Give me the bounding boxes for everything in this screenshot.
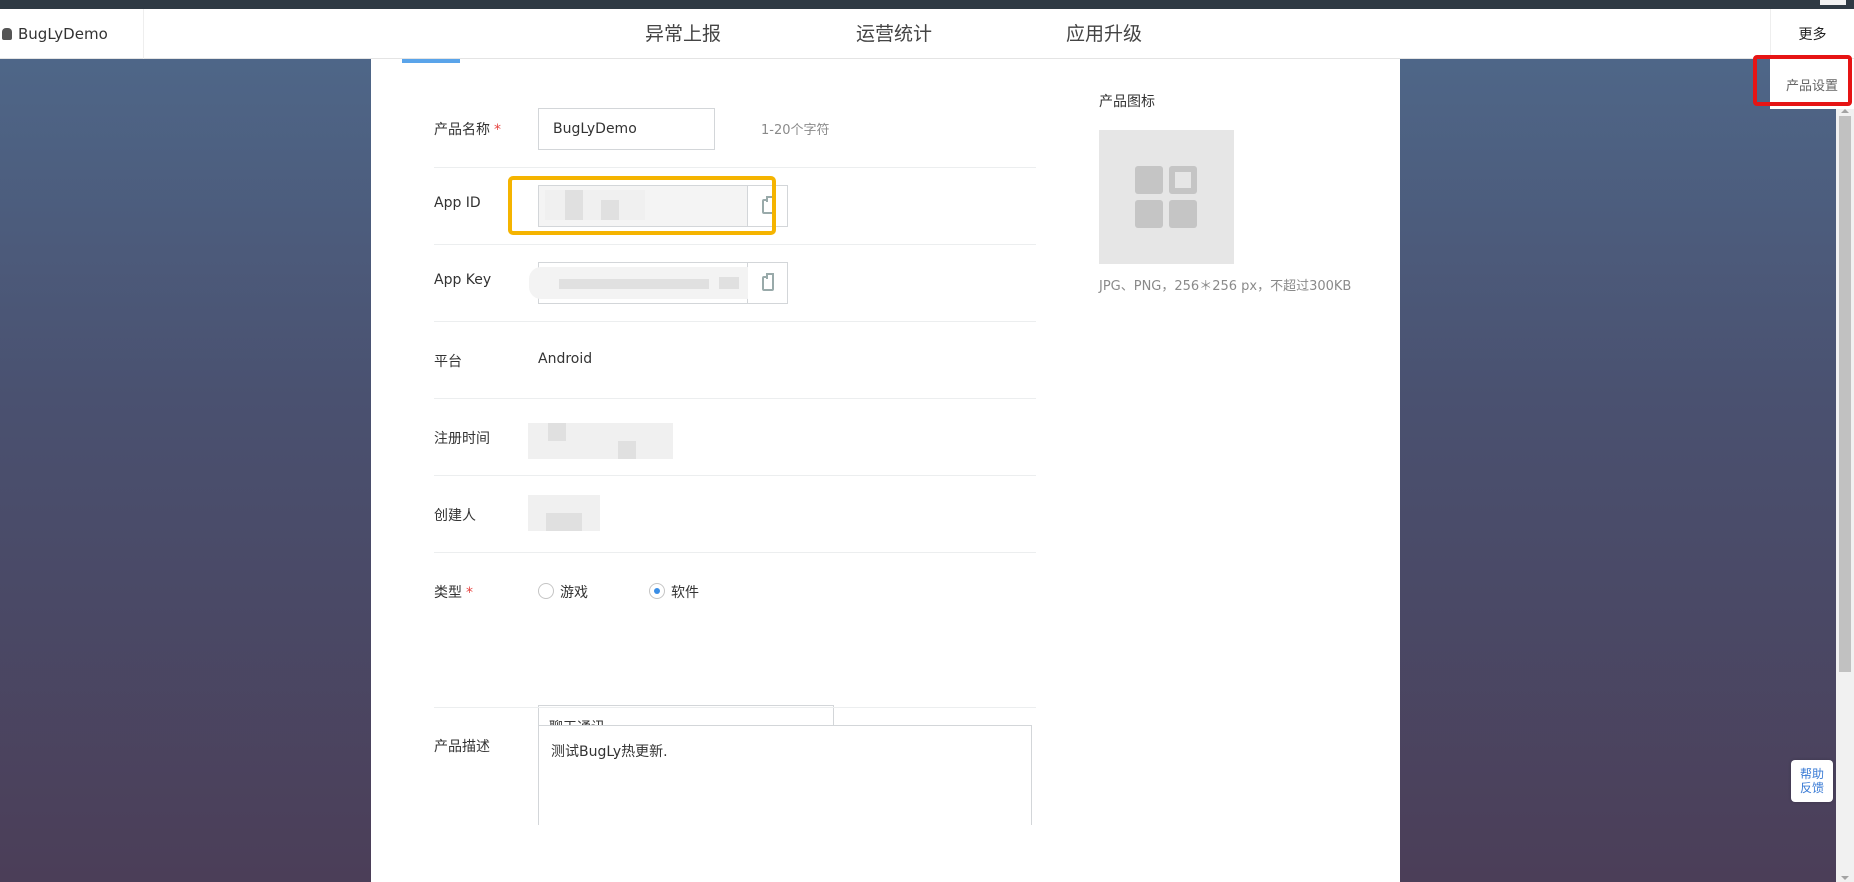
clipboard-icon <box>761 272 774 291</box>
tab-exception-report[interactable]: 异常上报 <box>645 9 721 59</box>
scrollbar-thumb[interactable] <box>1839 116 1851 672</box>
row-divider <box>434 552 1036 553</box>
description-textarea[interactable]: 测试BugLy热更新. <box>538 725 1032 825</box>
redacted-creator <box>528 495 600 531</box>
description-label: 产品描述 <box>434 739 490 755</box>
app-key-label: App Key <box>434 272 492 288</box>
product-name-label: 产品名称 * <box>434 122 501 138</box>
type-label: 类型 * <box>434 585 473 601</box>
highlight-box-yellow <box>508 176 776 235</box>
android-icon <box>2 28 12 40</box>
creator-label: 创建人 <box>434 508 476 524</box>
row-divider <box>434 244 1036 245</box>
copy-app-key-button[interactable] <box>748 262 788 304</box>
product-name-input[interactable]: BugLyDemo <box>538 108 715 150</box>
grid-icon-part <box>1135 166 1163 194</box>
redacted-register-time <box>528 423 673 459</box>
tab-app-upgrade[interactable]: 应用升级 <box>1066 9 1142 59</box>
scroll-down-icon[interactable] <box>1841 876 1849 880</box>
product-icon-hint: JPG、PNG，256＊256 px，不超过300KB <box>1099 279 1352 294</box>
window-corner <box>1820 0 1846 5</box>
product-name-hint: 1-20个字符 <box>761 123 830 138</box>
product-name: BugLyDemo <box>18 25 108 43</box>
help-feedback-button[interactable]: 帮助反馈 <box>1791 760 1833 802</box>
radio-software-label[interactable]: 软件 <box>671 582 699 602</box>
register-time-label: 注册时间 <box>434 431 490 447</box>
product-icon-upload[interactable] <box>1099 130 1234 264</box>
grid-icon-part <box>1169 200 1197 228</box>
radio-game[interactable] <box>538 583 554 599</box>
grid-icon-part <box>1169 166 1197 194</box>
tab-operation-stats[interactable]: 运营统计 <box>856 9 932 59</box>
redacted-block <box>529 267 759 299</box>
radio-software[interactable] <box>649 583 665 599</box>
row-divider <box>434 475 1036 476</box>
platform-label: 平台 <box>434 354 462 370</box>
app-key-field[interactable] <box>529 262 759 304</box>
row-divider <box>434 167 1036 168</box>
highlight-box-red <box>1753 55 1852 106</box>
grid-icon-part <box>1135 200 1163 228</box>
more-menu-button[interactable]: 更多 <box>1770 9 1854 59</box>
app-id-label: App ID <box>434 195 481 211</box>
page-scrollbar[interactable] <box>1836 109 1854 882</box>
active-tab-indicator <box>402 59 460 63</box>
platform-value: Android <box>538 351 593 367</box>
row-divider <box>434 321 1036 322</box>
row-divider <box>434 398 1036 399</box>
window-top-strip <box>0 0 1854 9</box>
scroll-up-icon[interactable] <box>1841 109 1849 113</box>
radio-game-label[interactable]: 游戏 <box>560 582 588 602</box>
row-divider <box>434 707 1036 708</box>
top-navbar: BugLyDemo 异常上报 运营统计 应用升级 更多 <box>0 9 1854 59</box>
product-switcher[interactable]: BugLyDemo <box>0 9 144 59</box>
product-icon-title: 产品图标 <box>1099 94 1155 110</box>
